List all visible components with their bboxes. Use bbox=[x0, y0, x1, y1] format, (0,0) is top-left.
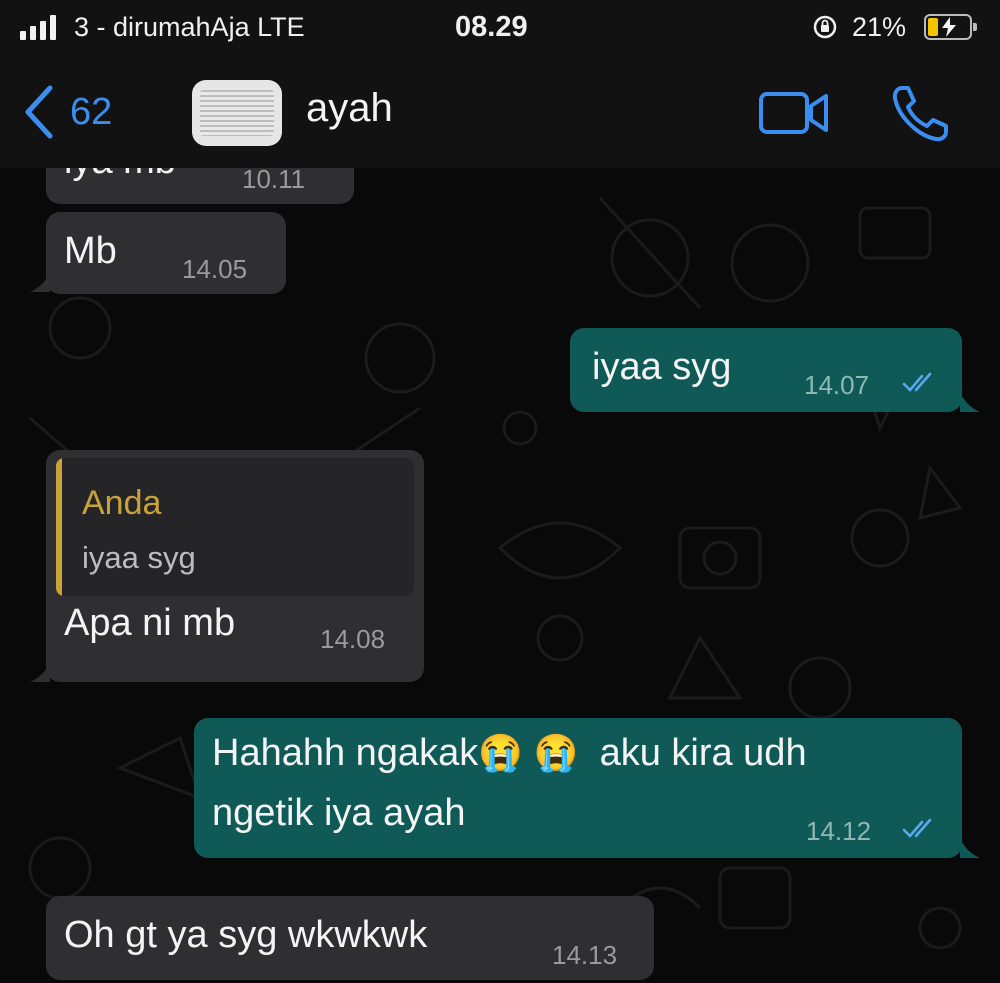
chat-header: 62 ayah bbox=[0, 58, 1000, 168]
read-receipt-icon bbox=[902, 372, 932, 392]
message-bubble-incoming[interactable]: iya mb 10.11 bbox=[46, 168, 354, 204]
quoted-text: iyaa syg bbox=[82, 540, 196, 575]
battery-icon bbox=[924, 14, 977, 40]
message-bubble-incoming[interactable]: Oh gt ya syg wkwkwk 14.13 bbox=[46, 896, 654, 980]
phone-icon[interactable] bbox=[888, 82, 952, 146]
message-time: 14.12 bbox=[806, 816, 872, 846]
message-text: Apa ni mb bbox=[64, 602, 236, 644]
status-time: 08.29 bbox=[455, 11, 528, 43]
carrier-label: 3 - dirumahAja LTE bbox=[74, 12, 305, 42]
message-text-line2: ngetik iya ayah bbox=[212, 792, 466, 834]
battery-percentage: 21% bbox=[852, 12, 907, 42]
message-bubble-outgoing[interactable]: Hahahh ngakak😭 😭 aku kira udh ngetik iya… bbox=[194, 718, 962, 858]
back-button[interactable]: 62 bbox=[22, 84, 112, 140]
message-bubble-outgoing[interactable]: iyaa syg 14.07 bbox=[570, 328, 962, 412]
message-text: iyaa syg bbox=[592, 346, 732, 388]
crying-emoji-icon: 😭 bbox=[533, 732, 579, 773]
signal-icon bbox=[20, 14, 56, 40]
quoted-author: Anda bbox=[82, 484, 162, 522]
video-call-icon[interactable] bbox=[758, 86, 830, 140]
contact-avatar[interactable] bbox=[192, 80, 282, 146]
chevron-left-icon bbox=[25, 85, 53, 139]
unread-count: 62 bbox=[70, 90, 113, 133]
message-list[interactable]: iya mb 10.11 Mb 14.05 iyaa syg 14.07 And… bbox=[0, 168, 1000, 983]
message-bubble-incoming[interactable]: Anda iyaa syg Apa ni mb 14.08 bbox=[46, 450, 424, 682]
message-bubble-incoming[interactable]: Mb 14.05 bbox=[46, 212, 286, 294]
crying-emoji-icon: 😭 bbox=[478, 732, 524, 773]
message-time: 14.07 bbox=[804, 370, 870, 400]
bubble-tail bbox=[30, 662, 50, 682]
read-receipt-icon bbox=[902, 818, 932, 838]
bubble-tail bbox=[960, 838, 980, 858]
message-text-part: aku kira udh bbox=[599, 732, 807, 774]
message-text: Mb bbox=[64, 230, 117, 272]
status-bar: 3 - dirumahAja LTE 08.29 21% bbox=[0, 0, 1000, 58]
quoted-reply[interactable]: Anda iyaa syg bbox=[56, 458, 414, 596]
message-time: 14.05 bbox=[182, 254, 248, 284]
bubble-tail bbox=[30, 272, 50, 292]
contact-name[interactable]: ayah bbox=[306, 86, 393, 131]
message-time: 14.08 bbox=[320, 624, 386, 654]
message-time: 10.11 bbox=[242, 168, 306, 194]
message-text-line1: Hahahh ngakak😭 😭 aku kira udh bbox=[212, 732, 807, 775]
message-time: 14.13 bbox=[552, 940, 618, 970]
message-text: Oh gt ya syg wkwkwk bbox=[64, 914, 428, 956]
orientation-lock-icon bbox=[813, 15, 837, 39]
message-text-part: Hahahh ngakak bbox=[212, 732, 479, 774]
message-text: iya mb bbox=[64, 168, 176, 183]
bubble-tail bbox=[960, 392, 980, 412]
